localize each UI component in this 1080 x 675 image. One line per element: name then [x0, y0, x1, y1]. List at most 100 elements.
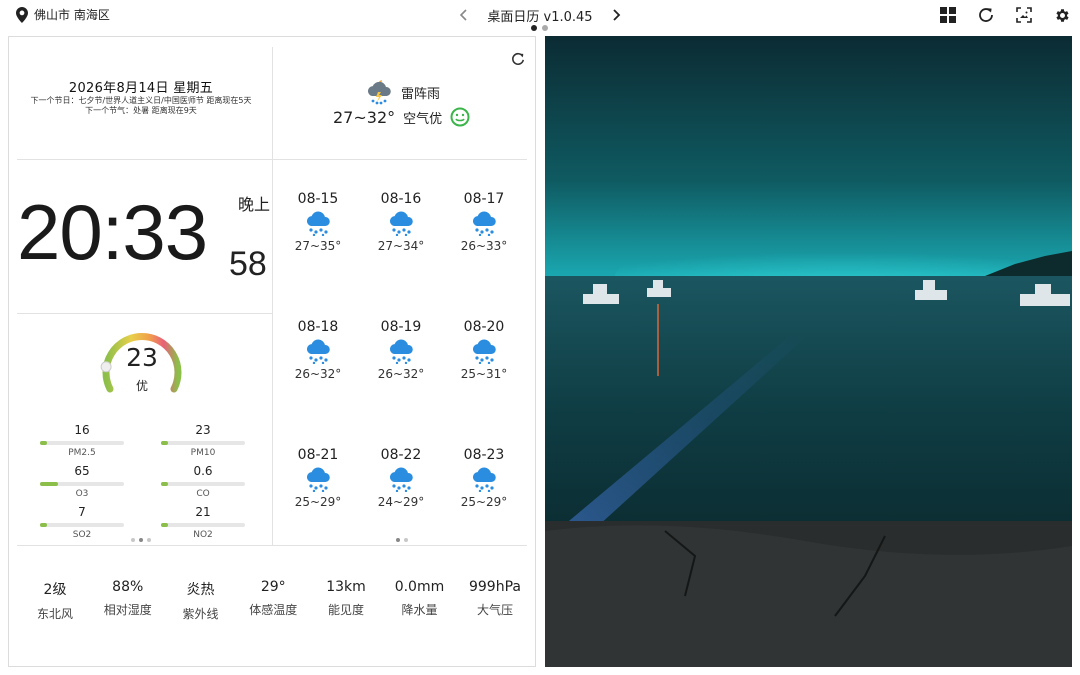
- stat-label: 体感温度: [249, 603, 298, 617]
- grid-icon[interactable]: [938, 4, 958, 26]
- pollutant-name: PM2.5: [68, 448, 96, 458]
- chevron-left-icon[interactable]: [455, 5, 471, 25]
- forecast-temp-range: 25~31°: [460, 367, 508, 381]
- forecast-date: 08-15: [297, 191, 339, 207]
- forecast-temp-range: 25~29°: [460, 495, 508, 509]
- app-title: 桌面日历 v1.0.45: [487, 9, 593, 25]
- forecast-date: 08-23: [463, 447, 505, 463]
- forecast-day[interactable]: 08-22 24~29°: [361, 447, 441, 509]
- stat-item: 0.0mm 降水量: [395, 579, 445, 622]
- rain-icon: [361, 465, 441, 493]
- pollutant-bar: [161, 482, 245, 486]
- title-switcher: 桌面日历 v1.0.45: [455, 4, 625, 26]
- forecast-day[interactable]: 08-23 25~29°: [444, 447, 524, 509]
- current-temp-range: 27~32°: [333, 107, 396, 127]
- pollutant-bar-fill: [40, 482, 59, 486]
- forecast-temp-range: 27~35°: [294, 239, 342, 253]
- stat-item: 2级东北风: [31, 579, 79, 622]
- screenshot-icon[interactable]: [1014, 4, 1034, 26]
- stat-value: 0.0mm: [394, 579, 445, 595]
- rain-icon: [361, 337, 441, 365]
- pollutant-name: NO2: [193, 530, 213, 540]
- stat-label: 东北风: [36, 607, 73, 621]
- top-bar: 佛山市 南海区 桌面日历 v1.0.45: [0, 0, 1080, 34]
- page-dot-1[interactable]: [531, 25, 537, 31]
- aqi-page-dot-2[interactable]: [139, 538, 143, 542]
- rain-icon: [278, 209, 358, 237]
- chevron-right-icon[interactable]: [609, 5, 625, 25]
- forecast-date: 08-18: [297, 319, 339, 335]
- next-festival: 下一个节日：七夕节/世界人道主义日/中国医师节 距离现在5天: [30, 96, 252, 105]
- stat-item: 13km 能见度: [322, 579, 370, 622]
- pollutant-bar: [161, 441, 245, 445]
- pollutant-value: 65: [74, 464, 90, 478]
- forecast-day[interactable]: 08-16 27~34°: [361, 191, 441, 253]
- location-label: 佛山市 南海区: [34, 8, 110, 22]
- aqi-page-dot-3[interactable]: [147, 538, 151, 542]
- pollutant-bar-fill: [161, 482, 168, 486]
- current-weather[interactable]: 雷阵雨 27~32° 空气优: [273, 37, 537, 137]
- page-dot-2[interactable]: [542, 25, 548, 31]
- pollutant-bar: [161, 523, 245, 527]
- forecast-date: 08-22: [380, 447, 422, 463]
- forecast-temp-range: 27~34°: [377, 239, 425, 253]
- divider-h3: [17, 545, 527, 546]
- forecast-page-dot-2[interactable]: [404, 538, 408, 542]
- stat-item: 29° 体感温度: [249, 579, 297, 622]
- location[interactable]: 佛山市 南海区: [16, 6, 110, 23]
- forecast-day[interactable]: 08-18 26~32°: [278, 319, 358, 381]
- pollutant-value: 7: [78, 505, 86, 519]
- pollutant-bar: [40, 441, 124, 445]
- stat-value: 999hPa: [468, 579, 521, 595]
- rain-icon: [444, 337, 524, 365]
- air-quality-label: 空气优: [403, 111, 443, 127]
- stat-item: 999hPa 大气压: [469, 579, 521, 622]
- stat-value: 29°: [260, 579, 286, 595]
- clock-seconds: 58: [229, 245, 267, 283]
- forecast-day[interactable]: 08-20 25~31°: [444, 319, 524, 381]
- pollutant-value: 23: [195, 423, 211, 437]
- refresh-icon[interactable]: [511, 51, 527, 67]
- toolbar: [938, 4, 1072, 26]
- aqi-level: 优: [135, 379, 148, 393]
- smile-icon: [450, 107, 470, 127]
- forecast-temp-range: 26~32°: [294, 367, 342, 381]
- rotate-icon[interactable]: [976, 4, 996, 26]
- background-photo: [545, 36, 1072, 667]
- pollutant-value: 21: [195, 505, 211, 519]
- pollutant-bar-fill: [161, 441, 168, 445]
- page-indicator: [531, 25, 548, 31]
- forecast-day[interactable]: 08-17 26~33°: [444, 191, 524, 253]
- current-temp-row: 27~32° 空气优: [333, 107, 470, 127]
- divider-h2: [17, 313, 272, 314]
- forecast-page-indicator: [396, 538, 408, 542]
- pollutant-name: SO2: [72, 530, 92, 540]
- pollutant-name: PM10: [190, 448, 216, 458]
- pollutant-bar-fill: [40, 441, 47, 445]
- stat-value: 13km: [326, 579, 366, 595]
- forecast-date: 08-16: [380, 191, 422, 207]
- stat-value: 2级: [43, 582, 67, 598]
- forecast-page-dot-1[interactable]: [396, 538, 400, 542]
- pollutant-name: CO: [196, 489, 210, 499]
- stat-item: 炎热 紫外线: [176, 579, 224, 622]
- forecast-day[interactable]: 08-21 25~29°: [278, 447, 358, 509]
- next-solar-term: 下一个节气：处暑 距离现在9天: [85, 106, 197, 115]
- pollutant-pm10: 23 PM10: [158, 423, 248, 458]
- forecast-day[interactable]: 08-19 26~32°: [361, 319, 441, 381]
- stat-value: 炎热: [186, 582, 215, 598]
- forecast-day[interactable]: 08-15 27~35°: [278, 191, 358, 253]
- pollutant-bar: [40, 482, 124, 486]
- forecast-date: 08-21: [297, 447, 339, 463]
- pollutant-value: 0.6: [193, 464, 213, 478]
- forecast-temp-range: 24~29°: [377, 495, 425, 509]
- date-main: 2026年8月14日 星期五: [68, 81, 214, 96]
- rain-icon: [361, 209, 441, 237]
- clock-time: 20:33: [17, 188, 208, 276]
- gear-icon[interactable]: [1052, 4, 1072, 26]
- rain-icon: [278, 337, 358, 365]
- aqi-page-dot-1[interactable]: [131, 538, 135, 542]
- pollutant-so2: 7 SO2: [37, 505, 127, 540]
- date-block[interactable]: 2026年8月14日 星期五 下一个节日：七夕节/世界人道主义日/中国医师节 距…: [9, 77, 273, 116]
- rain-icon: [444, 465, 524, 493]
